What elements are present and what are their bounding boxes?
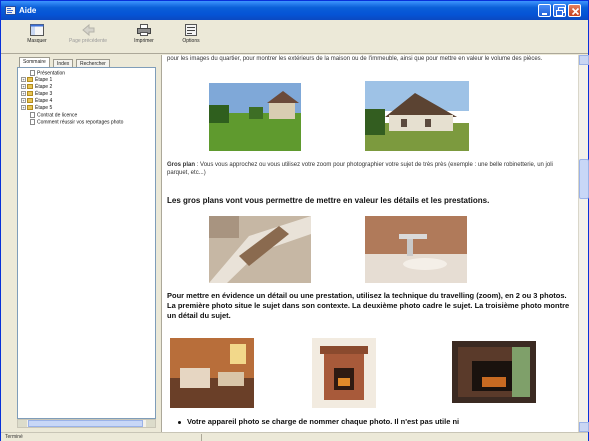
fireplace-photo bbox=[312, 338, 376, 408]
closeup-text: : Vous vous approchez ou vous utilisez v… bbox=[167, 162, 553, 176]
back-arrow-icon bbox=[82, 23, 95, 37]
title-bar[interactable]: Aide bbox=[1, 1, 588, 20]
tree-item-label: Étape 2 bbox=[35, 84, 53, 90]
topic-content: pour les images du quartier, pour montre… bbox=[161, 55, 578, 432]
options-icon bbox=[185, 24, 197, 36]
closeup-paragraph: Gros plan : Vous vous approchez ou vous … bbox=[167, 161, 572, 177]
ceiling-beam-photo bbox=[209, 216, 311, 283]
page-icon bbox=[30, 70, 35, 76]
options-label: Options bbox=[182, 38, 200, 44]
expand-icon[interactable]: + bbox=[21, 77, 26, 83]
folder-icon bbox=[27, 98, 33, 104]
help-app-icon bbox=[5, 6, 16, 15]
help-window: Aide Masquer Page précédente Imprimer Op… bbox=[0, 0, 589, 441]
closeup-term: Gros plan bbox=[167, 162, 196, 168]
scroll-right-button[interactable] bbox=[146, 420, 155, 427]
printer-icon bbox=[137, 24, 151, 36]
back-button[interactable]: Page précédente bbox=[61, 22, 115, 52]
tree-item-etape-1[interactable]: + Étape 1 bbox=[21, 77, 52, 84]
hide-pane-label: Masquer bbox=[27, 38, 47, 44]
restore-icon bbox=[556, 7, 565, 16]
tree-scroll-thumb[interactable] bbox=[28, 420, 143, 427]
tree-item-label: Comment réussir vos reportages photo bbox=[37, 119, 124, 126]
status-bar: Terminé bbox=[1, 432, 588, 441]
bullet-text: Votre appareil photo se charge de nommer… bbox=[187, 417, 460, 426]
folder-icon bbox=[27, 77, 33, 83]
close-icon bbox=[571, 7, 580, 16]
hide-pane-icon bbox=[30, 24, 44, 36]
scroll-down-button[interactable] bbox=[579, 422, 589, 432]
tree-item-label: Étape 3 bbox=[35, 91, 53, 97]
minimize-icon bbox=[542, 13, 547, 15]
tree-item-etape-4[interactable]: + Étape 4 bbox=[21, 98, 52, 105]
scroll-left-button[interactable] bbox=[18, 420, 27, 427]
contents-tree: Présentation + Étape 1 + Étape 2 + Étape 3 … bbox=[17, 67, 156, 419]
folder-icon bbox=[27, 91, 33, 97]
garden-house-photo bbox=[209, 83, 301, 151]
folder-icon bbox=[27, 105, 33, 111]
status-divider bbox=[201, 434, 202, 441]
tree-item-label: Présentation bbox=[37, 70, 66, 77]
folder-icon bbox=[27, 84, 33, 90]
tree-item-label: Étape 5 bbox=[35, 105, 53, 111]
tree-item-etape-5[interactable]: + Étape 5 bbox=[21, 105, 52, 112]
tree-item-label: Contrat de licence bbox=[37, 112, 78, 119]
expand-icon[interactable]: + bbox=[21, 91, 26, 97]
content-scroll-thumb[interactable] bbox=[579, 159, 589, 199]
tree-item-reportages-photo[interactable]: Comment réussir vos reportages photo bbox=[30, 119, 123, 126]
intro-paragraph: pour les images du quartier, pour montre… bbox=[167, 56, 543, 62]
print-button[interactable]: Imprimer bbox=[124, 22, 164, 52]
house-exterior-photo bbox=[365, 81, 469, 151]
expand-icon[interactable]: + bbox=[21, 84, 26, 90]
content-vertical-scrollbar[interactable] bbox=[578, 55, 589, 432]
window-title: Aide bbox=[19, 6, 37, 15]
living-room-photo bbox=[170, 338, 254, 408]
status-text: Terminé bbox=[5, 434, 23, 440]
tree-item-label: Étape 4 bbox=[35, 98, 53, 104]
back-label: Page précédente bbox=[68, 38, 108, 44]
tree-item-label: Étape 1 bbox=[35, 77, 53, 83]
faucet-photo bbox=[365, 216, 467, 283]
tree-item-etape-2[interactable]: + Étape 2 bbox=[21, 84, 52, 91]
bullet-icon bbox=[178, 420, 181, 424]
tree-item-contrat-de-licence[interactable]: Contrat de licence bbox=[30, 112, 77, 119]
closeup-heading: Les gros plans vont vous permettre de me… bbox=[167, 196, 490, 205]
expand-icon[interactable]: + bbox=[21, 105, 26, 111]
page-icon bbox=[30, 119, 35, 125]
hide-pane-button[interactable]: Masquer bbox=[17, 22, 57, 52]
close-button[interactable] bbox=[568, 4, 581, 17]
options-button[interactable]: Options bbox=[171, 22, 211, 52]
toolbar: Masquer Page précédente Imprimer Options bbox=[1, 20, 588, 54]
travelling-paragraph: Pour mettre en évidence un détail ou une… bbox=[167, 291, 570, 320]
navigation-pane: Sommaire Index Rechercher Présentation +… bbox=[15, 57, 156, 429]
fireplace-detail-photo bbox=[452, 341, 536, 403]
tree-item-presentation[interactable]: Présentation bbox=[30, 70, 65, 77]
bullet-item: Votre appareil photo se charge de nommer… bbox=[178, 417, 573, 427]
tree-item-etape-3[interactable]: + Étape 3 bbox=[21, 91, 52, 98]
print-label: Imprimer bbox=[134, 38, 154, 44]
minimize-button[interactable] bbox=[538, 4, 551, 17]
maximize-button[interactable] bbox=[553, 4, 566, 17]
expand-icon[interactable]: + bbox=[21, 98, 26, 104]
page-icon bbox=[30, 112, 35, 118]
tree-horizontal-scrollbar[interactable] bbox=[17, 419, 156, 428]
scroll-up-button[interactable] bbox=[579, 55, 589, 65]
